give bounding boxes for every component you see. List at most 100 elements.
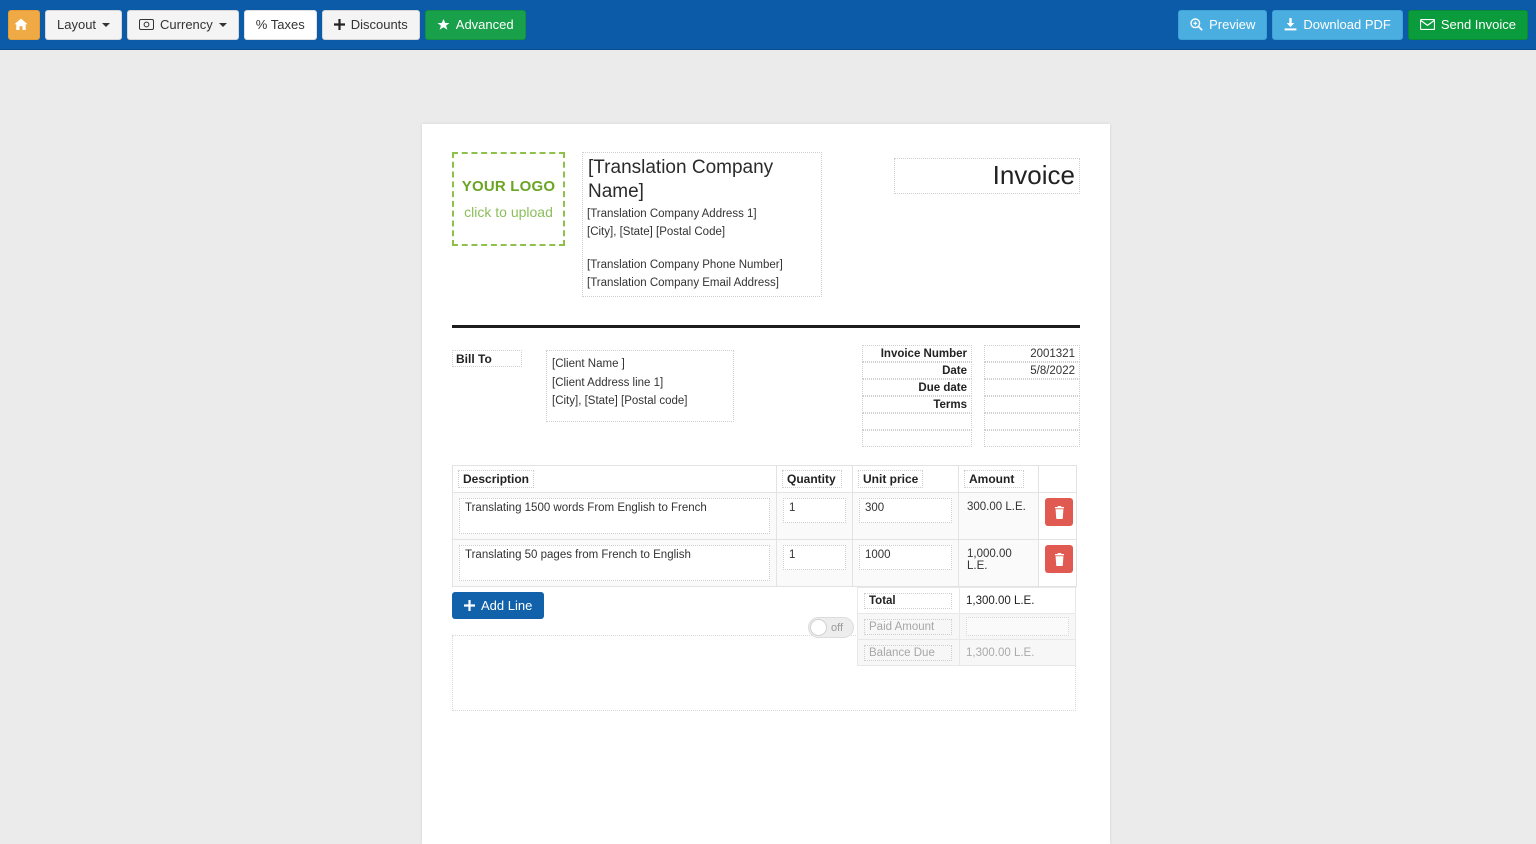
preview-button[interactable]: Preview <box>1178 9 1268 40</box>
quantity-input-row-2[interactable]: 1 <box>783 545 846 570</box>
header-cell-amount: Amount <box>958 465 1039 493</box>
description-input-row-2[interactable]: Translating 50 pages from French to Engl… <box>459 545 770 581</box>
description-input-row-1[interactable]: Translating 1500 words From English to F… <box>459 498 770 534</box>
star-icon <box>437 18 450 31</box>
company-city-state-zip-field[interactable]: [City], [State] [Postal Code] <box>587 223 817 242</box>
header-cell-description: Description <box>452 465 777 493</box>
balance-due-label[interactable]: Balance Due <box>864 644 952 661</box>
taxes-label: % Taxes <box>255 17 305 32</box>
meta-value-extra-1[interactable] <box>984 413 1080 430</box>
add-line-label: Add Line <box>481 598 533 613</box>
total-value: 1,300.00 L.E. <box>959 587 1076 614</box>
plus-icon <box>333 19 345 30</box>
bill-to-label[interactable]: Bill To <box>452 350 522 367</box>
company-address1-field[interactable]: [Translation Company Address 1] <box>587 205 817 224</box>
totals-label-cell-total: Total <box>857 587 960 614</box>
invoice-title-text: Invoice <box>992 160 1075 190</box>
layout-button[interactable]: Layout <box>45 9 123 40</box>
send-invoice-label: Send Invoice <box>1440 17 1516 32</box>
header-divider <box>452 325 1080 328</box>
paid-amount-cell <box>959 613 1076 640</box>
meta-value-due-date[interactable] <box>984 379 1080 396</box>
company-email-field[interactable]: [Translation Company Email Address] <box>587 274 817 293</box>
invoice-meta-labels: Invoice Number Date Due date Terms <box>862 345 972 447</box>
toggle-knob <box>810 619 827 636</box>
home-icon <box>14 18 28 31</box>
unit-price-input-row-1[interactable]: 300 <box>859 498 952 523</box>
client-name-field: [Client Name ] <box>552 358 625 370</box>
layout-label: Layout <box>57 17 97 32</box>
company-name-field[interactable]: [Translation Company Name] <box>587 155 817 205</box>
total-label[interactable]: Total <box>864 592 952 609</box>
quantity-input-row-1[interactable]: 1 <box>783 498 846 523</box>
toolbar-left-group: Layout Currency % Taxes Discounts Advanc… <box>8 9 526 40</box>
home-button[interactable] <box>8 9 40 40</box>
toggle-state-label: off <box>831 621 844 634</box>
paid-amount-label[interactable]: Paid Amount <box>864 618 952 635</box>
cell-quantity: 1 <box>776 539 853 587</box>
search-plus-icon <box>1190 18 1203 31</box>
invoice-meta-block: Invoice Number Date Due date Terms 20013… <box>862 345 1080 447</box>
meta-value-invoice-number[interactable]: 2001321 <box>984 345 1080 362</box>
delete-row-button-2[interactable] <box>1045 545 1073 573</box>
company-phone-field[interactable]: [Translation Company Phone Number] <box>587 256 817 275</box>
add-line-button[interactable]: Add Line <box>452 592 545 619</box>
plus-icon <box>464 600 475 611</box>
column-header-quantity[interactable]: Quantity <box>782 470 842 488</box>
advanced-label: Advanced <box>455 17 514 32</box>
trash-icon <box>1054 552 1064 566</box>
column-header-amount[interactable]: Amount <box>964 470 1024 488</box>
totals-row-paid-amount: Paid Amount <box>857 613 1076 640</box>
invoice-title-field[interactable]: Invoice <box>894 158 1080 194</box>
meta-value-extra-2[interactable] <box>984 430 1080 447</box>
table-row: Translating 1500 words From English to F… <box>452 492 1077 540</box>
company-info-spacer <box>587 242 817 256</box>
meta-value-date[interactable]: 5/8/2022 <box>984 362 1080 379</box>
totals-row-balance-due: Balance Due 1,300.00 L.E. <box>857 639 1076 666</box>
toolbar-right-group: Preview Download PDF Send Invoice <box>1178 9 1528 40</box>
totals-table: Total 1,300.00 L.E. Paid Amount Balance … <box>857 587 1076 666</box>
column-header-description[interactable]: Description <box>458 470 535 488</box>
amount-value-row-2: 1,000.00 L.E. <box>967 548 1012 572</box>
header-cell-quantity: Quantity <box>776 465 853 493</box>
unit-price-input-row-2[interactable]: 1000 <box>859 545 952 570</box>
paid-amount-toggle[interactable]: off <box>808 617 854 638</box>
header-cell-unit-price: Unit price <box>852 465 959 493</box>
company-info-block: [Translation Company Name] [Translation … <box>582 152 822 297</box>
client-info-block[interactable]: [Client Name ] [Client Address line 1] [… <box>546 350 734 422</box>
download-icon <box>1284 18 1297 31</box>
logo-upload-dropzone[interactable]: YOUR LOGO click to upload <box>452 152 565 246</box>
paid-amount-input[interactable] <box>966 617 1069 636</box>
meta-label-terms[interactable]: Terms <box>862 396 972 413</box>
cell-delete <box>1038 492 1077 540</box>
cell-unit-price: 300 <box>852 492 959 540</box>
taxes-button[interactable]: % Taxes <box>243 9 317 40</box>
discounts-label: Discounts <box>350 17 408 32</box>
cell-quantity: 1 <box>776 492 853 540</box>
meta-label-invoice-number[interactable]: Invoice Number <box>862 345 972 362</box>
download-pdf-button[interactable]: Download PDF <box>1272 9 1403 40</box>
meta-value-terms[interactable] <box>984 396 1080 413</box>
currency-button[interactable]: Currency <box>127 9 239 40</box>
billing-section: Bill To [Client Name ] [Client Address l… <box>452 345 1080 447</box>
meta-label-due-date[interactable]: Due date <box>862 379 972 396</box>
cell-unit-price: 1000 <box>852 539 959 587</box>
header-cell-actions <box>1038 465 1077 493</box>
invoice-sheet: YOUR LOGO click to upload [Translation C… <box>422 124 1110 844</box>
delete-row-button-1[interactable] <box>1045 498 1073 526</box>
discounts-button[interactable]: Discounts <box>321 9 420 40</box>
balance-due-value: 1,300.00 L.E. <box>959 639 1076 666</box>
meta-label-extra-1[interactable] <box>862 413 972 430</box>
chevron-down-icon <box>102 22 111 27</box>
advanced-button[interactable]: Advanced <box>424 9 526 40</box>
totals-label-cell-balance: Balance Due <box>857 639 960 666</box>
invoice-meta-values: 2001321 5/8/2022 <box>972 345 1080 447</box>
column-header-unit-price[interactable]: Unit price <box>858 470 924 488</box>
meta-label-extra-2[interactable] <box>862 430 972 447</box>
top-toolbar: Layout Currency % Taxes Discounts Advanc… <box>0 0 1536 50</box>
send-invoice-button[interactable]: Send Invoice <box>1407 9 1528 40</box>
table-row: Translating 50 pages from French to Engl… <box>452 539 1077 587</box>
chevron-down-icon <box>218 22 227 27</box>
meta-label-date[interactable]: Date <box>862 362 972 379</box>
logo-subtitle: click to upload <box>464 204 553 220</box>
